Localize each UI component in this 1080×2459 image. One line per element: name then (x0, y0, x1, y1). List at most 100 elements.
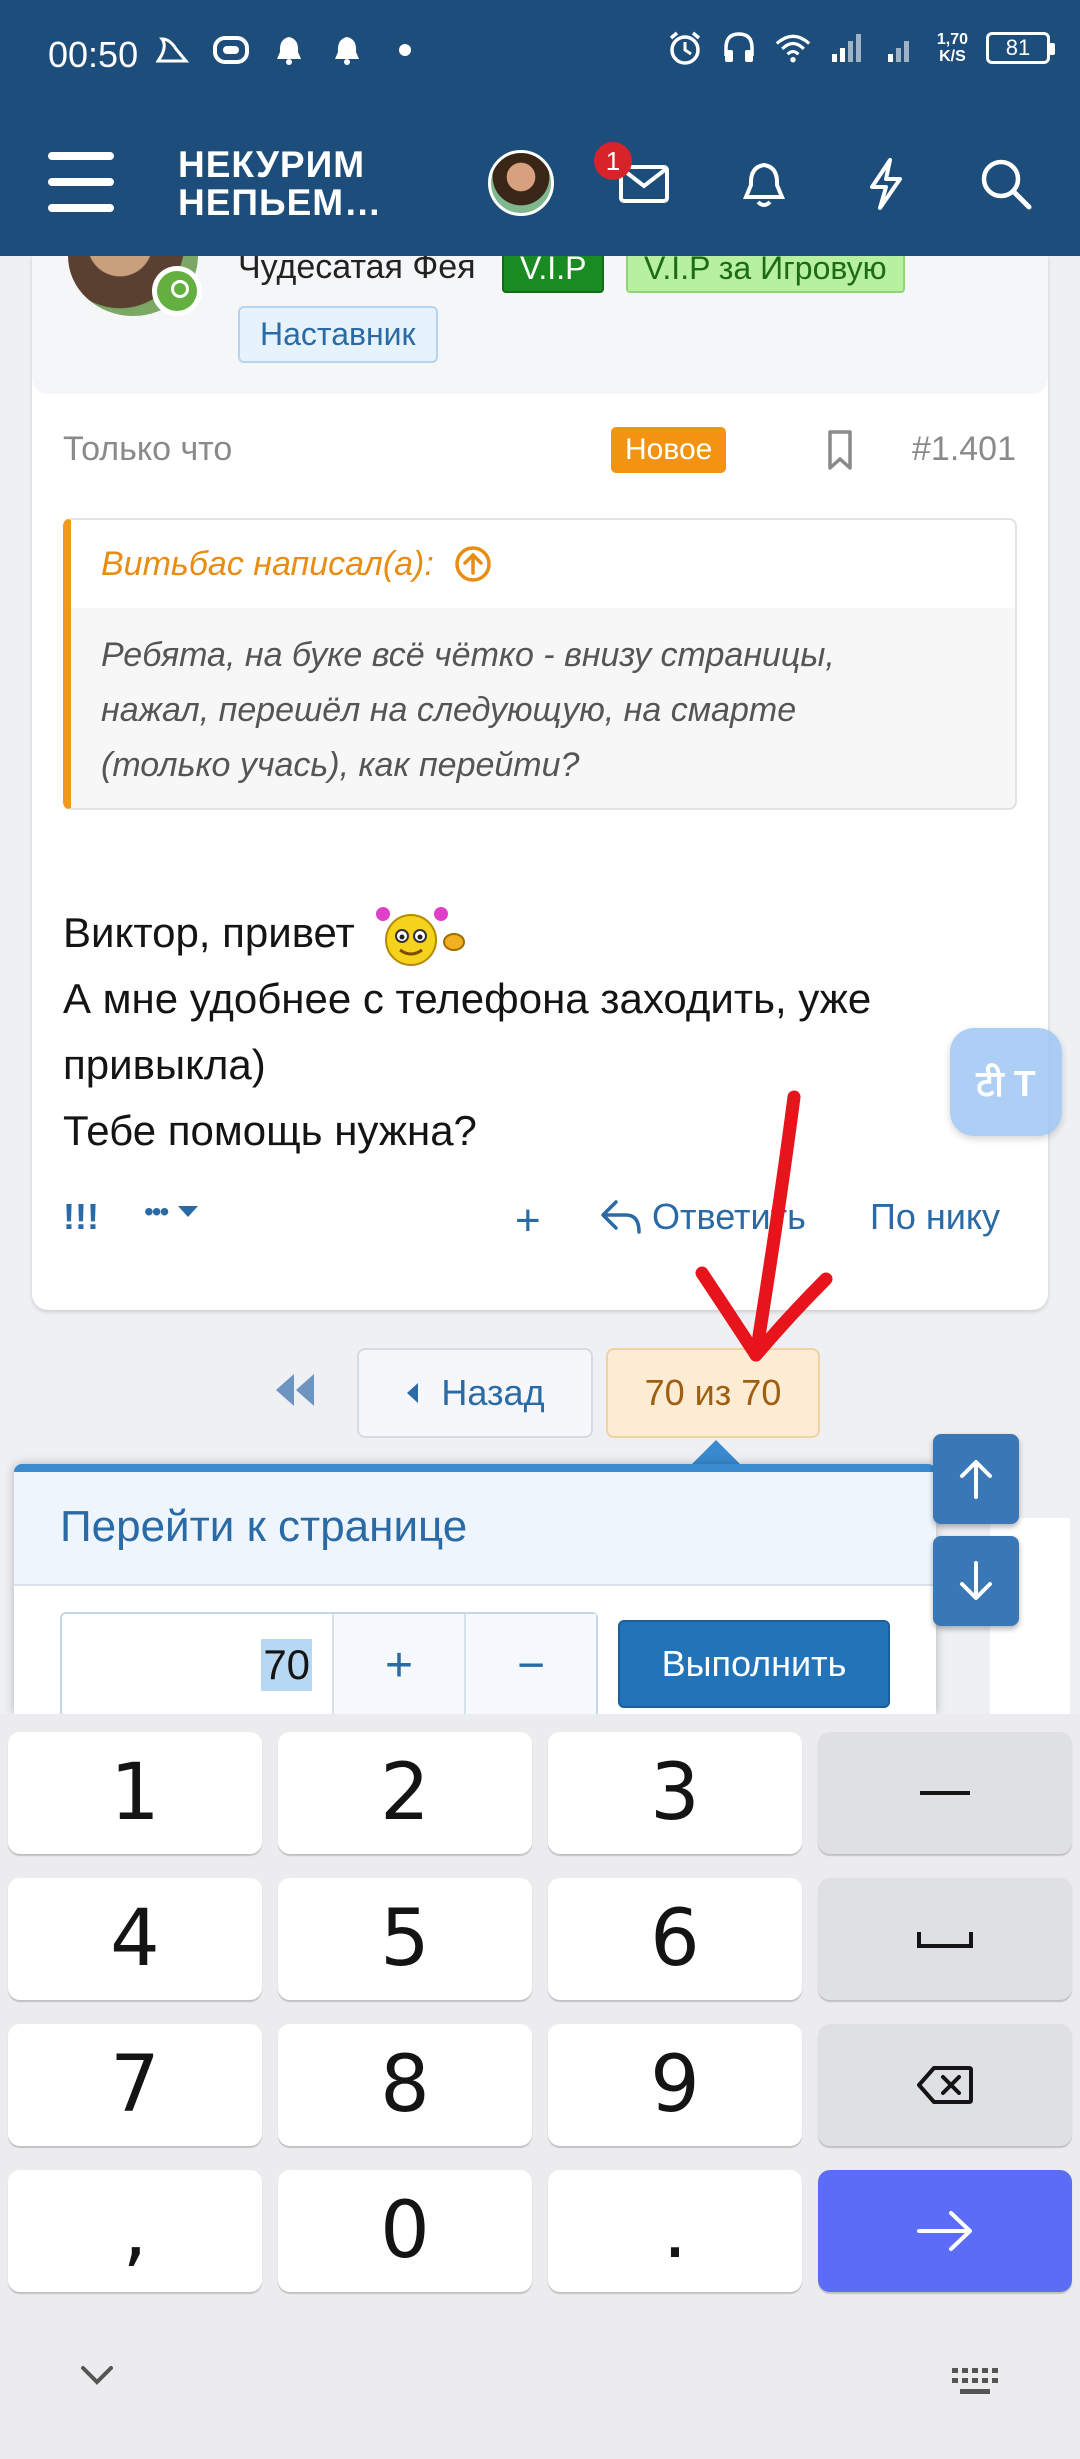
key-4[interactable]: 4 (8, 1878, 262, 2000)
scroll-to-top-button[interactable] (933, 1434, 1019, 1524)
key-space[interactable] (818, 1878, 1072, 2000)
message-line: Тебе помощь нужна? (63, 1107, 477, 1154)
key-3[interactable]: 3 (548, 1732, 802, 1854)
arrow-down-icon (960, 1561, 992, 1600)
key-9[interactable]: 9 (548, 2024, 802, 2146)
message-line: привыкла) (63, 1041, 266, 1088)
minus-icon (920, 1791, 970, 1795)
app-notification-icon (155, 32, 191, 68)
reply-button[interactable]: Ответить (600, 1196, 806, 1238)
key-backspace[interactable] (818, 2024, 1072, 2146)
numeric-keyboard: 1 2 3 4 5 6 7 8 9 , 0 . (0, 1714, 1080, 2459)
network-speed-value: 1,70 (936, 31, 968, 48)
message-line: Виктор, привет (63, 909, 355, 956)
arrow-up-icon (960, 1460, 992, 1499)
network-speed-unit: K/S (939, 48, 966, 65)
post-actions-bar: !!! ••• + Ответить По нику (32, 1196, 1048, 1256)
site-logo[interactable]: НЕКУРИМ НЕПЬЕМ… (178, 146, 382, 222)
user-title-vip: V.I.P (502, 256, 605, 293)
chat-app-icon (213, 32, 249, 68)
search-icon[interactable] (976, 154, 1036, 214)
double-chevron-left-icon (276, 1374, 314, 1406)
translate-bubble[interactable]: टी T (950, 1028, 1062, 1136)
bell-notification-icon (271, 32, 307, 68)
author-name[interactable]: Чудесатая Фея (238, 256, 476, 287)
post-number[interactable]: #1.401 (912, 430, 1016, 469)
page-number-stepper: 70 + − (60, 1612, 598, 1714)
bell-notification-icon-2 (329, 32, 365, 68)
go-to-quote-icon[interactable] (454, 545, 492, 583)
report-button[interactable]: !!! (63, 1196, 99, 1238)
decrement-button[interactable]: − (464, 1614, 596, 1714)
online-status-icon (152, 266, 202, 316)
bookmark-icon[interactable] (820, 428, 860, 472)
user-title-vip-game: V.I.P за Игровую (626, 256, 905, 293)
increment-button[interactable]: + (332, 1614, 465, 1714)
more-dots: ••• (144, 1196, 169, 1227)
space-icon (917, 1932, 973, 1948)
message-line: А мне удобнее с телефона заходить, уже (63, 975, 872, 1022)
menu-icon[interactable] (48, 152, 114, 212)
clock: 00:50 (48, 34, 139, 75)
alerts-bell-icon[interactable] (734, 154, 794, 214)
popup-pointer (692, 1440, 740, 1464)
inbox-count-badge: 1 (594, 142, 632, 180)
multiquote-button[interactable]: + (515, 1196, 541, 1246)
alarm-icon (667, 30, 703, 66)
logo-line-1: НЕКУРИМ (178, 144, 366, 185)
goto-page-form: 70 + − Выполнить (60, 1612, 890, 1714)
quote-block: Витьбас написал(а): Ребята, на буке всё … (63, 518, 1017, 810)
user-title-mentor: Наставник (238, 306, 438, 363)
key-0[interactable]: 0 (278, 2170, 532, 2292)
smiley-emoji-icon (366, 900, 476, 966)
quote-header[interactable]: Витьбас написал(а): (71, 520, 1015, 608)
quote-author: Витьбас написал(а): (101, 544, 434, 583)
prev-page-button[interactable]: Назад (357, 1348, 593, 1438)
wifi-icon (775, 30, 811, 66)
app-header: НЕКУРИМ НЕПЬЕМ… 1 (0, 110, 1080, 256)
page-number-value: 70 (261, 1639, 313, 1691)
current-page-button[interactable]: 70 из 70 (606, 1348, 820, 1438)
quote-line: нажал, перешёл на следующую, на смарте (101, 691, 797, 729)
key-8[interactable]: 8 (278, 2024, 532, 2146)
key-2[interactable]: 2 (278, 1732, 532, 1854)
key-7[interactable]: 7 (8, 2024, 262, 2146)
signal-icon (829, 30, 865, 66)
key-enter[interactable] (818, 2170, 1072, 2292)
key-comma[interactable]: , (8, 2170, 262, 2292)
keyboard-switch-icon[interactable] (950, 2364, 1000, 2405)
prev-page-label: Назад (441, 1372, 545, 1413)
first-page-button[interactable] (270, 1370, 330, 1420)
key-5[interactable]: 5 (278, 1878, 532, 2000)
more-actions-button[interactable]: ••• (144, 1196, 199, 1228)
key-period[interactable]: . (548, 2170, 802, 2292)
signal-icon-2 (883, 30, 919, 66)
battery-icon: 81 (986, 32, 1055, 64)
user-avatar[interactable] (488, 150, 554, 216)
scroll-to-bottom-button[interactable] (933, 1536, 1019, 1626)
reply-by-nick-button[interactable]: По нику (870, 1196, 1000, 1238)
post-time[interactable]: Только что (63, 430, 232, 469)
caret-down-icon (178, 1206, 199, 1217)
post-message: Виктор, привет А мне удобнее с телефона … (63, 900, 1023, 1164)
go-button[interactable]: Выполнить (618, 1620, 890, 1708)
page-number-input[interactable]: 70 (62, 1614, 332, 1714)
logo-line-2: НЕПЬЕМ… (178, 182, 383, 223)
reply-icon (601, 1200, 641, 1234)
whats-new-bolt-icon[interactable] (856, 154, 916, 214)
caret-left-icon (407, 1383, 419, 1403)
post-author-block: Чудесатая Фея V.I.P V.I.P за Игровую Нас… (32, 256, 1048, 394)
headphones-icon (721, 30, 757, 66)
quote-line: (только учась), как перейти? (101, 746, 580, 784)
arrow-right-icon (917, 2211, 972, 2251)
key-6[interactable]: 6 (548, 1878, 802, 2000)
key-minus[interactable] (818, 1732, 1072, 1854)
status-right-icons: 1,70 K/S 81 (667, 30, 1055, 66)
goto-page-popup: Перейти к странице 70 + − Выполнить (14, 1464, 936, 1714)
hide-keyboard-chevron-icon[interactable] (80, 2364, 114, 2391)
key-1[interactable]: 1 (8, 1732, 262, 1854)
status-bar: 00:50 1,70 K/S 81 (0, 0, 1080, 110)
network-speed: 1,70 K/S (937, 31, 968, 65)
reply-label: Ответить (652, 1196, 806, 1237)
dot-icon (387, 32, 423, 68)
